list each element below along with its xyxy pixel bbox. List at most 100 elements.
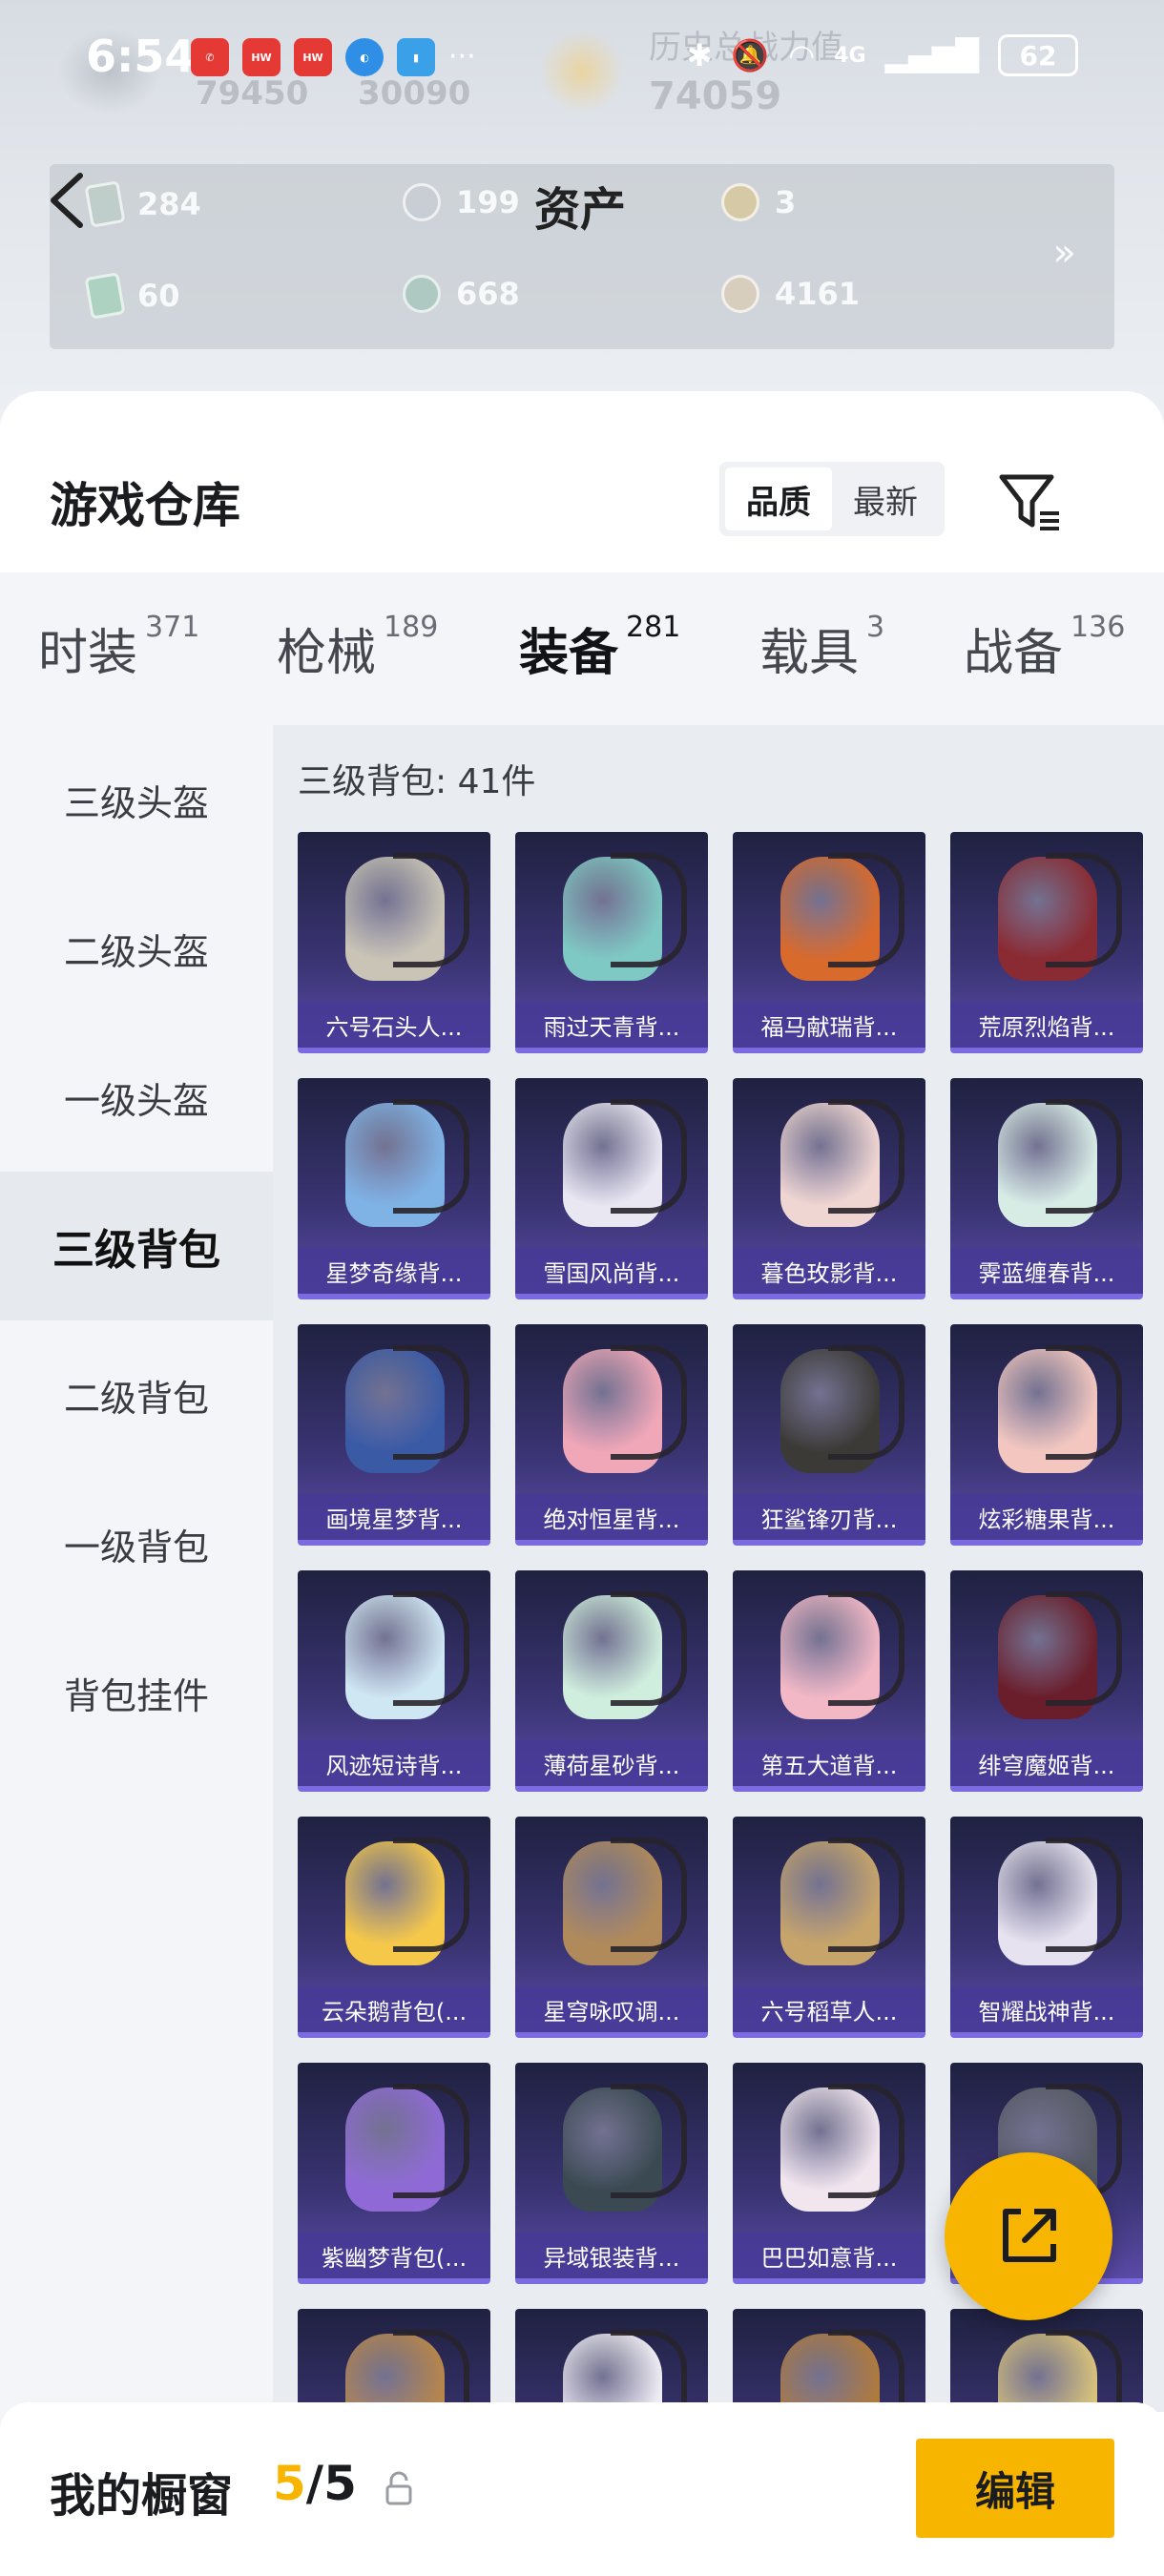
filter-button[interactable] bbox=[996, 467, 1065, 536]
sidebar-item-backpack-charm[interactable]: 背包挂件 bbox=[0, 1618, 273, 1767]
tab-count: 371 bbox=[145, 611, 200, 644]
tab-label: 装备 bbox=[519, 625, 619, 682]
status-indicators: ✱ 🔕 ◠ 4G ▂▄▆█ 62 bbox=[687, 34, 1078, 76]
item-name: 星梦奇缘背... bbox=[298, 1248, 490, 1294]
showcase-bar: 我的橱窗 5/5 编辑 bbox=[0, 2402, 1164, 2576]
item-name: 绝对恒星背... bbox=[515, 1494, 708, 1540]
item-name: 星穹咏叹调... bbox=[515, 1986, 708, 2032]
item-card[interactable]: 第五大道背... bbox=[733, 1570, 925, 1792]
notification-icons: ✆ HW HW ◐ ▮ ··· bbox=[191, 38, 476, 76]
tab-vehicles[interactable]: 载具 3 bbox=[759, 611, 884, 684]
item-card[interactable]: 绝对恒星背... bbox=[515, 1324, 708, 1546]
showcase-title: 我的橱窗 bbox=[50, 2469, 234, 2523]
item-name: 巴巴如意背... bbox=[733, 2233, 925, 2278]
filter-icon bbox=[999, 474, 1059, 530]
item-name: 画境星梦背... bbox=[298, 1494, 490, 1540]
item-name: 雪国风尚背... bbox=[515, 1248, 708, 1294]
sort-newest[interactable]: 最新 bbox=[832, 467, 939, 530]
category-sidebar: 三级头盔 二级头盔 一级头盔 三级背包 二级背包 一级背包 背包挂件 bbox=[0, 725, 273, 2576]
warehouse-header: 游戏仓库 品质 最新 bbox=[0, 391, 1164, 572]
warehouse-title: 游戏仓库 bbox=[50, 478, 240, 533]
tab-label: 枪械 bbox=[277, 625, 377, 682]
item-card[interactable]: 智耀战神背... bbox=[950, 1817, 1143, 2038]
sidebar-item-backpack-3[interactable]: 三级背包 bbox=[0, 1172, 273, 1320]
category-tabs: 时装 371 枪械 189 装备 281 载具 3 战备 136 bbox=[0, 572, 1164, 725]
share-icon bbox=[1003, 2209, 1056, 2262]
item-card[interactable]: 福马献瑞背... bbox=[733, 832, 925, 1053]
gold-coin-icon bbox=[721, 275, 759, 313]
item-name: 紫幽梦背包(... bbox=[298, 2233, 490, 2278]
sort-quality[interactable]: 品质 bbox=[725, 467, 832, 530]
item-card[interactable]: 紫幽梦背包(... bbox=[298, 2063, 490, 2284]
asset-item: 4161 bbox=[721, 275, 860, 313]
item-name: 炫彩糖果背... bbox=[950, 1494, 1143, 1540]
item-card[interactable]: 画境星梦背... bbox=[298, 1324, 490, 1546]
sidebar-item-backpack-2[interactable]: 二级背包 bbox=[0, 1320, 273, 1469]
huawei-app-icon: HW bbox=[242, 38, 281, 76]
backpack-strap bbox=[1046, 2330, 1122, 2412]
tab-fashion[interactable]: 时装 371 bbox=[38, 611, 200, 684]
item-card[interactable]: 云朵鹅背包(... bbox=[298, 1817, 490, 2038]
backpack-strap bbox=[828, 1099, 904, 1214]
asset-value: 199 bbox=[456, 184, 520, 220]
item-card[interactable] bbox=[298, 2309, 490, 2412]
asset-value: 284 bbox=[137, 186, 201, 222]
backpack-strap bbox=[828, 853, 904, 967]
item-card[interactable]: 荒原烈焰背... bbox=[950, 832, 1143, 1053]
backpack-strap bbox=[611, 853, 687, 967]
item-card[interactable]: 绯穹魔姬背... bbox=[950, 1570, 1143, 1792]
backpack-strap bbox=[828, 1345, 904, 1460]
item-card[interactable]: 风迹短诗背... bbox=[298, 1570, 490, 1792]
share-button[interactable] bbox=[945, 2152, 1112, 2320]
backpack-strap bbox=[611, 1345, 687, 1460]
browser-icon: ◐ bbox=[345, 38, 384, 76]
sidebar-item-helmet-1[interactable]: 一级头盔 bbox=[0, 1023, 273, 1172]
item-card[interactable]: 异域银装背... bbox=[515, 2063, 708, 2284]
showcase-count-max: 5 bbox=[323, 2456, 357, 2511]
asset-item: 668 bbox=[403, 275, 520, 313]
sidebar-item-backpack-1[interactable]: 一级背包 bbox=[0, 1469, 273, 1618]
tab-guns[interactable]: 枪械 189 bbox=[277, 611, 439, 684]
chevron-double-right-icon[interactable]: » bbox=[1053, 231, 1076, 275]
item-card[interactable] bbox=[515, 2309, 708, 2412]
item-card[interactable]: 六号石头人... bbox=[298, 832, 490, 1053]
item-card[interactable]: 薄荷星砂背... bbox=[515, 1570, 708, 1792]
item-name: 风迹短诗背... bbox=[298, 1740, 490, 1786]
asset-value: 4161 bbox=[775, 276, 861, 312]
item-card[interactable] bbox=[950, 2309, 1143, 2412]
backpack-strap bbox=[393, 1591, 469, 1706]
backpack-strap bbox=[611, 1099, 687, 1214]
sidebar-item-helmet-3[interactable]: 三级头盔 bbox=[0, 725, 273, 874]
tab-count: 189 bbox=[384, 611, 439, 644]
item-card[interactable]: 雪国风尚背... bbox=[515, 1078, 708, 1299]
item-card[interactable]: 雨过天青背... bbox=[515, 832, 708, 1053]
item-card[interactable]: 炫彩糖果背... bbox=[950, 1324, 1143, 1546]
item-card[interactable]: 巴巴如意背... bbox=[733, 2063, 925, 2284]
unlock-icon bbox=[385, 2471, 412, 2505]
back-button[interactable] bbox=[46, 162, 103, 239]
backpack-strap bbox=[393, 1838, 469, 1952]
tab-combat-gear[interactable]: 战备 136 bbox=[964, 611, 1126, 684]
backpack-strap bbox=[828, 2330, 904, 2412]
edit-button[interactable]: 编辑 bbox=[916, 2439, 1114, 2538]
status-bar: 6:54 ✆ HW HW ◐ ▮ ··· ✱ 🔕 ◠ 4G ▂▄▆█ 62 bbox=[0, 0, 1164, 114]
item-name: 荒原烈焰背... bbox=[950, 1002, 1143, 1048]
backpack-strap bbox=[611, 1591, 687, 1706]
backpack-strap bbox=[393, 1099, 469, 1214]
sidebar-item-helmet-2[interactable]: 二级头盔 bbox=[0, 874, 273, 1023]
tab-equipment[interactable]: 装备 281 bbox=[519, 611, 680, 684]
backpack-strap bbox=[393, 1345, 469, 1460]
item-card[interactable]: 星穹咏叹调... bbox=[515, 1817, 708, 2038]
asset-value: 668 bbox=[456, 276, 520, 312]
item-card[interactable]: 狂鲨锋刃背... bbox=[733, 1324, 925, 1546]
item-card[interactable]: 暮色玫影背... bbox=[733, 1078, 925, 1299]
item-name: 智耀战神背... bbox=[950, 1986, 1143, 2032]
item-card[interactable]: 霁蓝缠春背... bbox=[950, 1078, 1143, 1299]
tab-count: 136 bbox=[1070, 611, 1126, 644]
item-card[interactable]: 六号稻草人... bbox=[733, 1817, 925, 2038]
network-label: 4G bbox=[834, 43, 866, 68]
wifi-icon: ◠ bbox=[788, 37, 816, 73]
sort-toggle: 品质 最新 bbox=[719, 462, 945, 536]
item-card[interactable]: 星梦奇缘背... bbox=[298, 1078, 490, 1299]
item-card[interactable] bbox=[733, 2309, 925, 2412]
